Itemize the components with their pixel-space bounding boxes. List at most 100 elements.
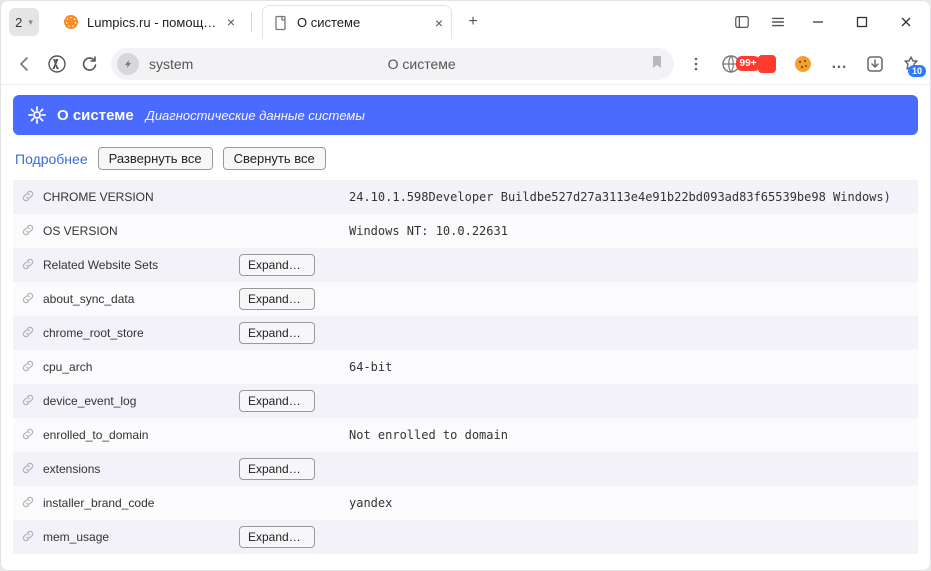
row-key: CHROME VERSION (13, 180, 231, 214)
row-key-label: extensions (43, 462, 100, 476)
row-action-cell: Expand… (231, 316, 341, 350)
downloads-icon[interactable] (864, 53, 886, 75)
tab-about-system[interactable]: О системе × (262, 5, 452, 39)
row-action-cell (231, 214, 341, 248)
link-anchor-icon[interactable] (21, 325, 35, 342)
omnibox[interactable]: system О системе (111, 48, 674, 80)
omnibox-title: О системе (193, 56, 650, 72)
bookmark-icon[interactable] (650, 55, 664, 72)
row-action-cell (231, 486, 341, 520)
link-anchor-icon[interactable] (21, 529, 35, 546)
extension-badge-icon[interactable]: 99+ (756, 53, 778, 75)
hamburger-icon[interactable] (760, 14, 796, 30)
row-value (341, 316, 918, 350)
tab-count: 2 (15, 15, 22, 30)
link-anchor-icon[interactable] (21, 291, 35, 308)
row-value (341, 282, 918, 316)
row-value (341, 520, 918, 554)
tab-lumpics[interactable]: Lumpics.ru - помощь с × (53, 5, 243, 39)
page-content: О системе Диагностические данные системы… (1, 85, 930, 570)
row-key: device_event_log (13, 384, 231, 418)
reading-list-icon[interactable] (724, 14, 760, 30)
row-key-label: about_sync_data (43, 292, 134, 306)
table-row: extensions Expand… (13, 452, 918, 486)
cookie-extension-icon[interactable] (792, 53, 814, 75)
link-anchor-icon[interactable] (21, 257, 35, 274)
row-key: mem_usage (13, 520, 231, 554)
tab-favicon-page-icon (273, 15, 289, 31)
link-anchor-icon[interactable] (21, 461, 35, 478)
expand-button[interactable]: Expand… (239, 322, 315, 344)
table-row: chrome_root_store Expand… (13, 316, 918, 350)
tab-counter[interactable]: 2 ▾ (9, 8, 39, 36)
row-key: chrome_root_store (13, 316, 231, 350)
back-button[interactable] (9, 48, 41, 80)
row-value: yandex (341, 486, 918, 520)
details-link[interactable]: Подробнее (15, 151, 88, 167)
row-action-cell: Expand… (231, 452, 341, 486)
table-row: cpu_arch64-bit (13, 350, 918, 384)
yandex-home-button[interactable] (41, 48, 73, 80)
plus-icon: + (468, 13, 477, 31)
link-anchor-icon[interactable] (21, 495, 35, 512)
expand-button[interactable]: Expand… (239, 390, 315, 412)
window-controls (796, 1, 930, 43)
row-key: Related Website Sets (13, 248, 231, 282)
close-icon[interactable]: × (227, 14, 235, 30)
row-key: installer_brand_code (13, 486, 231, 520)
tab-label: Lumpics.ru - помощь с (87, 15, 217, 30)
close-icon[interactable]: × (435, 15, 443, 31)
row-action-cell (231, 350, 341, 384)
row-action-cell: Expand… (231, 248, 341, 282)
row-action-cell: Expand… (231, 282, 341, 316)
expand-button[interactable]: Expand… (239, 458, 315, 480)
tab-favicon-orange-icon (63, 14, 79, 30)
row-value: Windows NT: 10.0.22631 (341, 214, 918, 248)
row-key: about_sync_data (13, 282, 231, 316)
tab-label: О системе (297, 15, 425, 30)
minimize-button[interactable] (796, 1, 840, 43)
titlebar: 2 ▾ Lumpics.ru - помощь с × О системе × … (1, 1, 930, 43)
collapse-all-button[interactable]: Свернуть все (223, 147, 326, 170)
row-value: 24.10.1.598Developer Buildbe527d27a3113e… (341, 180, 918, 214)
row-key: extensions (13, 452, 231, 486)
addons-icon[interactable]: 10 (900, 53, 922, 75)
table-row: OS VERSIONWindows NT: 10.0.22631 (13, 214, 918, 248)
row-value (341, 384, 918, 418)
page-title: О системе (57, 107, 134, 124)
expand-all-button[interactable]: Развернуть все (98, 147, 213, 170)
row-key-label: mem_usage (43, 530, 109, 544)
row-key: cpu_arch (13, 350, 231, 384)
site-identity-icon[interactable] (117, 53, 139, 75)
overflow-icon[interactable]: … (828, 53, 850, 75)
row-key-label: device_event_log (43, 394, 136, 408)
row-action-cell: Expand… (231, 384, 341, 418)
row-key-label: chrome_root_store (43, 326, 144, 340)
link-anchor-icon[interactable] (21, 359, 35, 376)
table-row: CHROME VERSION 24.10.1.598Developer Build… (13, 180, 918, 214)
link-anchor-icon[interactable] (21, 427, 35, 444)
row-key-label: Related Website Sets (43, 258, 158, 272)
table-row: installer_brand_code yandex (13, 486, 918, 520)
row-action-cell (231, 418, 341, 452)
reload-button[interactable] (73, 48, 105, 80)
expand-button[interactable]: Expand… (239, 526, 315, 548)
new-tab-button[interactable]: + (460, 9, 486, 35)
row-key-label: enrolled_to_domain (43, 428, 148, 442)
maximize-button[interactable] (840, 1, 884, 43)
link-anchor-icon[interactable] (21, 189, 35, 206)
close-window-button[interactable] (884, 1, 928, 43)
row-key: enrolled_to_domain (13, 418, 231, 452)
expand-button[interactable]: Expand… (239, 288, 315, 310)
row-action-cell: Expand… (231, 520, 341, 554)
row-value: Not enrolled to domain (341, 418, 918, 452)
expand-button[interactable]: Expand… (239, 254, 315, 276)
system-table: CHROME VERSION 24.10.1.598Developer Build… (13, 180, 918, 554)
link-anchor-icon[interactable] (21, 223, 35, 240)
tab-separator (251, 12, 252, 32)
link-anchor-icon[interactable] (21, 393, 35, 410)
chevron-down-icon: ▾ (28, 17, 33, 28)
row-value (341, 248, 918, 282)
more-actions-icon[interactable] (680, 48, 712, 80)
extension-badge-label: 99+ (736, 56, 761, 71)
